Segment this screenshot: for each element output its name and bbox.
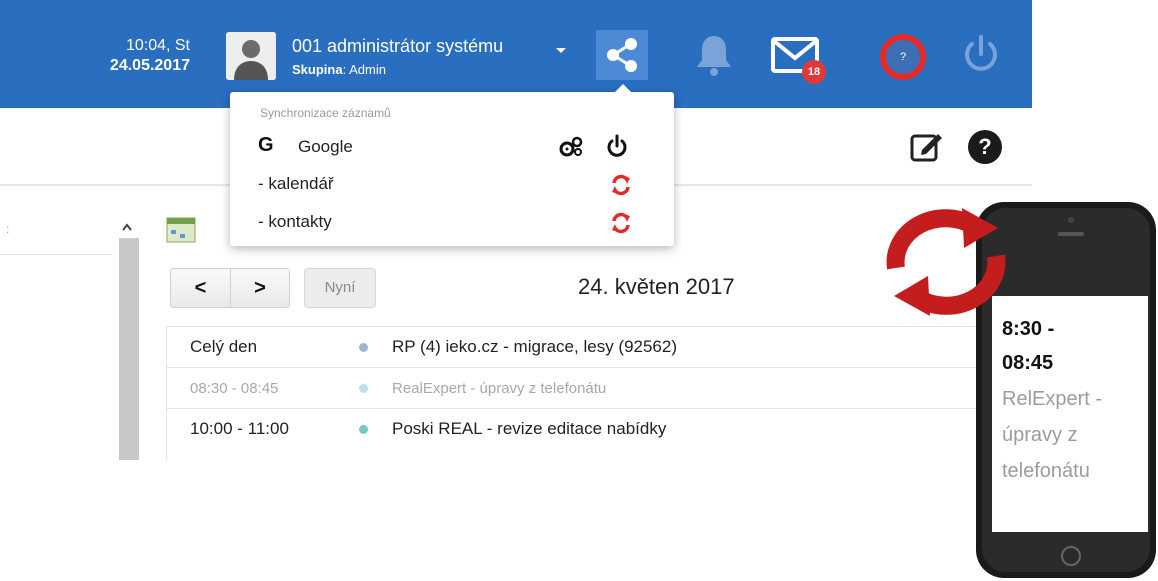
scroll-up-icon[interactable]: [121, 220, 133, 232]
agenda-row[interactable]: Celý den RP (4) ieko.cz - migrace, lesy …: [166, 326, 992, 367]
phone-event-line: telefonátu: [1002, 460, 1090, 482]
calendar-icon: [166, 216, 196, 244]
dropdown-arrow: [614, 84, 632, 93]
share-icon: [607, 38, 637, 72]
event-time: Celý den: [190, 337, 258, 356]
agenda-list: Celý den RP (4) ieko.cz - migrace, lesy …: [166, 326, 992, 449]
google-icon: G: [258, 134, 274, 156]
agenda-row[interactable]: 08:30 - 08:45 RealExpert - úpravy z tele…: [166, 367, 992, 408]
event-time: 08:30 - 08:45: [190, 380, 279, 397]
edit-icon: [910, 134, 942, 162]
event-dot: [359, 343, 368, 352]
datetime: 10:04, St 24.05.2017: [78, 36, 190, 76]
calendar-grid-icon: [166, 217, 196, 243]
sync-contacts-button[interactable]: [610, 212, 632, 234]
today-button[interactable]: Nyní: [304, 268, 376, 308]
edit-button[interactable]: [908, 128, 946, 164]
prev-button[interactable]: <: [170, 268, 230, 308]
agenda-row[interactable]: 10:00 - 11:00 Poski REAL - revize editac…: [166, 408, 992, 449]
group-value: : Admin: [342, 62, 386, 77]
group-label: Skupina: [292, 62, 343, 77]
refresh-icon: [612, 212, 630, 234]
sync-item-calendar[interactable]: - kalendář: [258, 174, 334, 194]
share-button[interactable]: [596, 30, 648, 80]
question-circle-icon[interactable]: ?: [968, 130, 1002, 164]
disconnect-button[interactable]: [606, 134, 628, 158]
user-name[interactable]: 001 administrátor systému: [292, 36, 503, 57]
sync-arrows-icon: [874, 204, 1018, 320]
avatar[interactable]: [226, 32, 276, 80]
sync-calendar-button[interactable]: [610, 174, 632, 196]
next-button[interactable]: >: [230, 268, 290, 308]
chevron-down-icon[interactable]: [556, 48, 566, 53]
refresh-icon: [612, 174, 630, 196]
event-dot: [359, 384, 368, 393]
left-panel-marker: :: [6, 222, 10, 236]
scrollbar[interactable]: [119, 238, 139, 460]
chevron-up-icon: [122, 223, 132, 231]
google-label: Google: [298, 137, 353, 156]
phone-time-start: 8:30 -: [1002, 318, 1055, 340]
mail-count-badge: 18: [802, 60, 826, 84]
event-title: RP (4) ieko.cz - migrace, lesy (92562): [392, 337, 678, 356]
event-title: Poski REAL - revize editace nabídky: [392, 419, 667, 438]
sync-item-contacts[interactable]: - kontakty: [258, 212, 332, 232]
logout-button[interactable]: [958, 32, 1004, 78]
event-time: 10:00 - 11:00: [190, 419, 289, 438]
phone-time-end: 08:45: [1002, 352, 1054, 374]
settings-button[interactable]: [558, 136, 584, 158]
sync-heading: Synchronizace záznamů: [260, 106, 391, 120]
phone-event-line: úpravy z: [1002, 424, 1078, 446]
help-glyph: ?: [899, 51, 907, 63]
event-dot: [359, 425, 368, 434]
event-title: RealExpert - úpravy z telefonátu: [392, 380, 607, 397]
gears-icon: [559, 136, 583, 157]
power-icon: [607, 134, 627, 157]
help-button[interactable]: ?: [880, 34, 926, 80]
bell-icon: [697, 36, 731, 76]
phone-event-line: RelExpert -: [1002, 388, 1103, 410]
user-group: Skupina: Admin: [292, 62, 386, 77]
current-time: 10:04, St: [125, 37, 190, 54]
divider: [0, 254, 112, 255]
power-icon: [965, 35, 997, 71]
notifications-button[interactable]: [692, 32, 736, 78]
user-avatar-icon: [226, 32, 276, 80]
calendar-date-title: 24. květen 2017: [578, 274, 735, 299]
circular-arrows-icon: [886, 208, 1006, 316]
current-date: 24.05.2017: [109, 57, 190, 74]
